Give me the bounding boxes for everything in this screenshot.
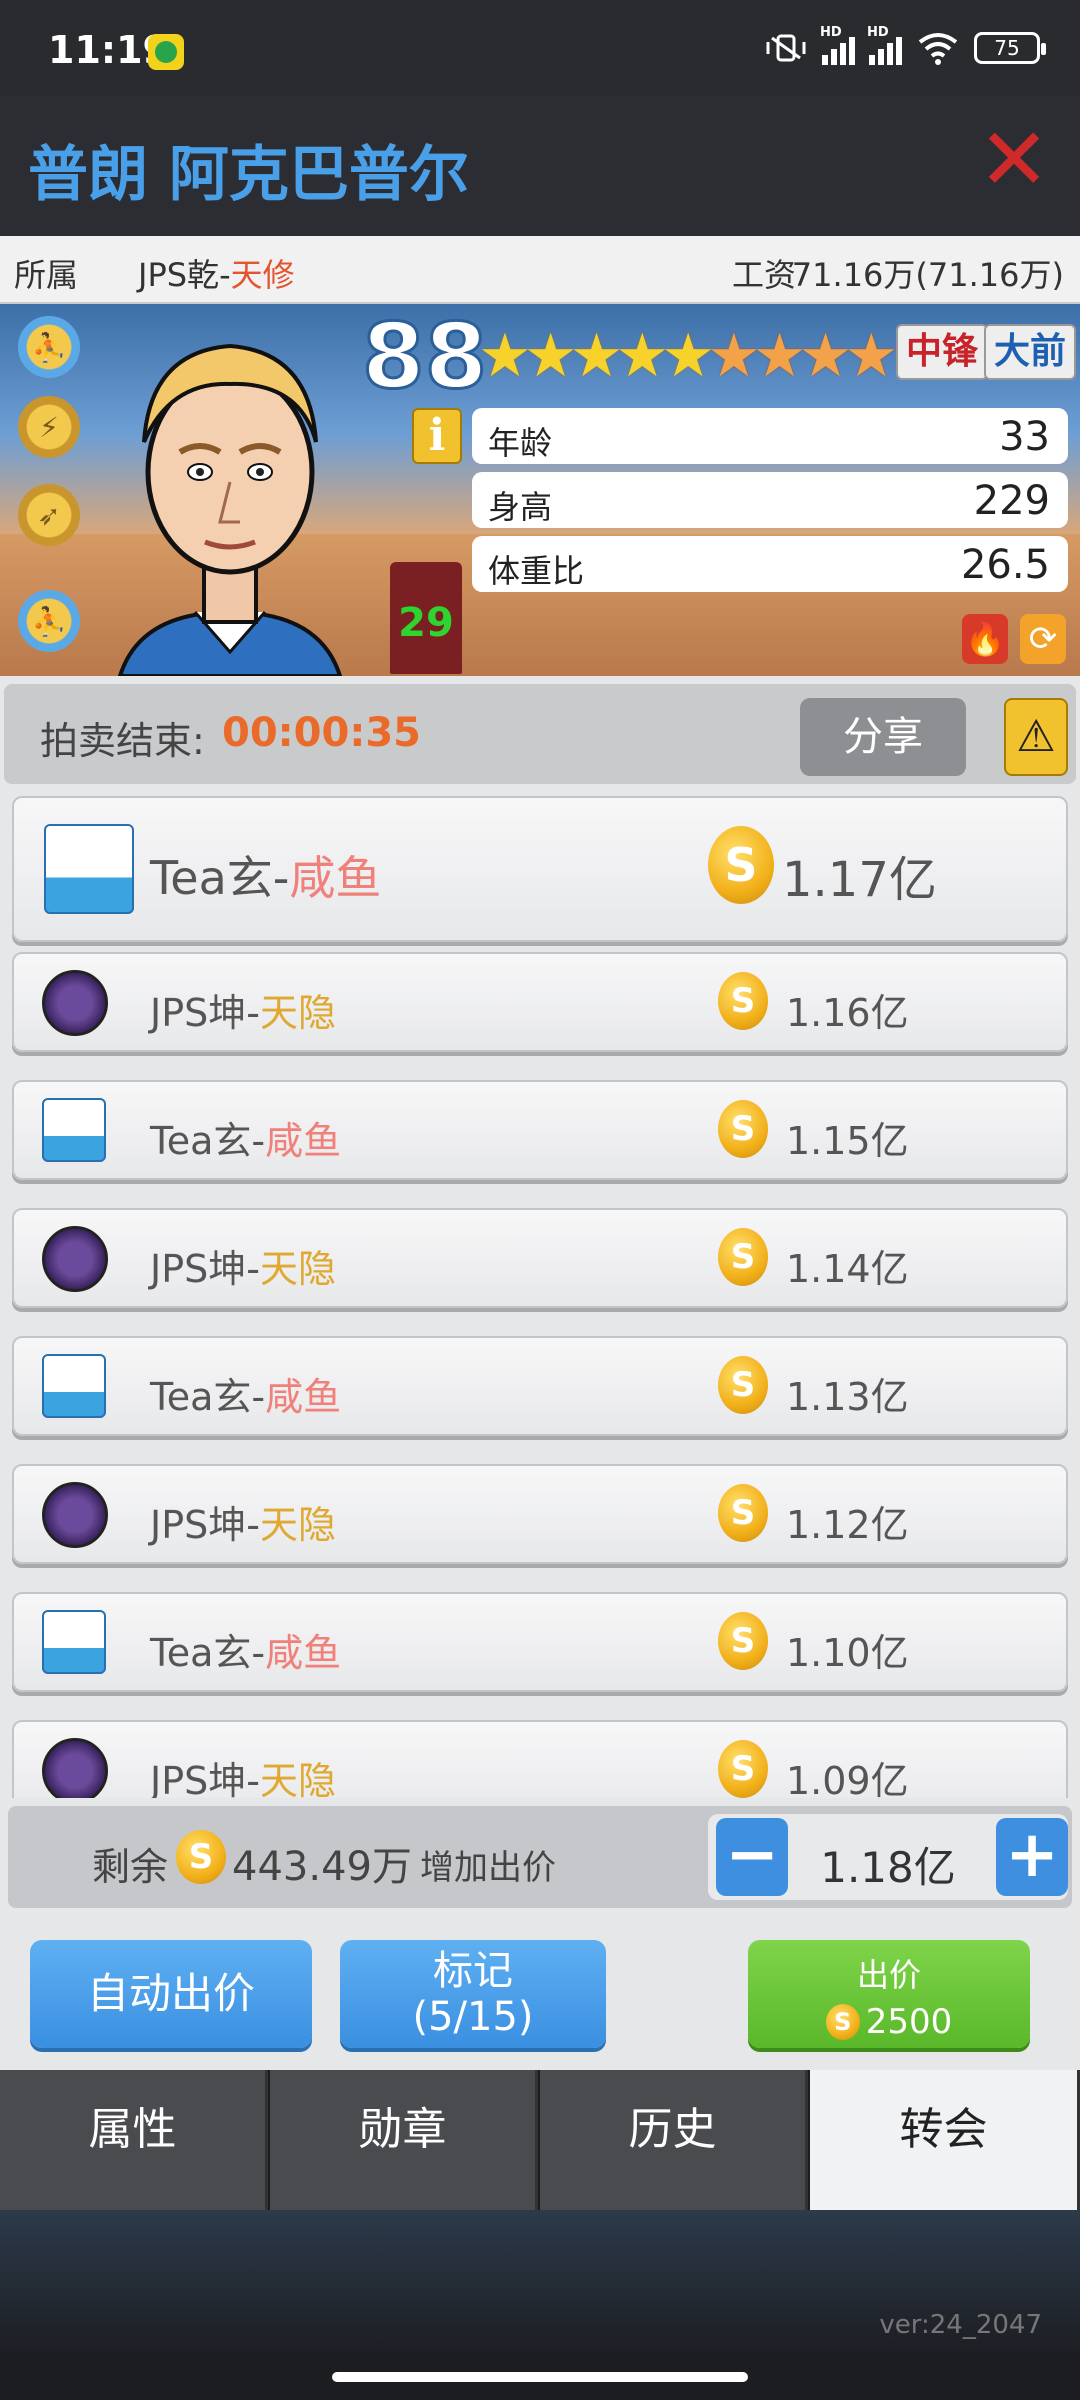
team-jps-logo — [42, 1482, 108, 1548]
bid-list[interactable]: Tea玄-咸鱼 S 1.17亿 JPS坤-天隐 S 1.16亿 Tea玄-咸鱼 … — [0, 792, 1080, 1798]
mark-button[interactable]: 标记 (5/15) — [340, 1940, 606, 2048]
bid-amount: 1.13亿 — [786, 1375, 909, 1419]
fire-icon[interactable]: 🔥 — [962, 614, 1008, 664]
player-avatar — [117, 343, 343, 676]
status-bar: 11:19 HD HD 75 — [0, 0, 1080, 96]
coin-icon: S — [718, 972, 768, 1030]
version-label: ver:24_2047 — [879, 2310, 1042, 2340]
info-button[interactable]: i — [412, 408, 462, 464]
stat-age: 年龄 33 — [472, 408, 1068, 464]
tab-transfer[interactable]: 转会 — [810, 2070, 1080, 2210]
tab-attributes[interactable]: 属性 — [0, 2070, 268, 2210]
team-jps-logo — [42, 970, 108, 1036]
bid-amount: 1.12亿 — [786, 1503, 909, 1547]
player-card: ⛹ ⚡ ➶ ⛹ 88 ★ ★ ★ ★ ★ ★ ★ ★ ★ ★ 中锋 大前 i 年… — [0, 304, 1080, 676]
auction-panel: 拍卖结束: 00:00:35 分享 ⚠ Tea玄-咸鱼 S 1.17亿 JPS坤… — [0, 676, 1080, 2070]
star-rating: ★ ★ ★ ★ ★ ★ ★ ★ ★ ★ — [478, 326, 944, 386]
home-indicator[interactable] — [332, 2372, 748, 2382]
bid-row: Tea玄-咸鱼 S 1.13亿 — [12, 1336, 1068, 1436]
wage-label: 工资 — [732, 256, 797, 294]
bid-amount: 1.09亿 — [786, 1759, 909, 1798]
stat-weight-ratio: 体重比 26.5 — [472, 536, 1068, 592]
bid-row: Tea玄-咸鱼 S 1.15亿 — [12, 1080, 1068, 1180]
remaining-label: 剩余 — [92, 1845, 169, 1889]
badge-defense-icon[interactable]: ⛹ — [18, 590, 80, 652]
status-icons: HD HD 75 — [764, 25, 1046, 66]
cell-signal-1-icon: HD — [820, 25, 855, 65]
increase-bid-label: 增加出价 — [420, 1848, 556, 1888]
cell-signal-2-icon: HD — [867, 25, 902, 65]
close-button[interactable]: ✕ — [976, 117, 1052, 203]
tab-badges[interactable]: 勋章 — [270, 2070, 538, 2210]
refresh-icon[interactable]: ⟳ — [1020, 614, 1066, 664]
coin-icon: S — [718, 1356, 768, 1414]
owner-team: JPS乾-天修 — [138, 256, 295, 294]
owner-label: 所属 — [14, 256, 79, 294]
coin-icon: S — [176, 1830, 226, 1884]
bidder-name: Tea玄-咸鱼 — [150, 1375, 342, 1419]
badge-wing-icon[interactable]: ➶ — [18, 484, 80, 546]
coin-icon: S — [718, 1228, 768, 1286]
remaining-value: 443.49万 — [232, 1844, 412, 1890]
team-jps-logo — [42, 1738, 108, 1798]
bid-row: JPS坤-天隐 S 1.14亿 — [12, 1208, 1068, 1308]
battery-icon: 75 — [974, 32, 1046, 64]
coin-icon: S — [718, 1484, 768, 1542]
badge-post-icon[interactable]: ⛹ — [18, 316, 80, 378]
position-power-forward: 大前 — [984, 324, 1077, 380]
wage-value: 71.16万(71.16万) — [791, 256, 1064, 294]
bid-row: JPS坤-天隐 S 1.12亿 — [12, 1464, 1068, 1564]
position-center: 中锋 — [896, 324, 989, 380]
bid-row: JPS坤-天隐 S 1.09亿 — [12, 1720, 1068, 1798]
coin-icon: S — [718, 1612, 768, 1670]
owner-row: 所属 JPS乾-天修 工资 71.16万(71.16万) — [0, 236, 1080, 304]
bid-row: Tea玄-咸鱼 S 1.10亿 — [12, 1592, 1068, 1692]
auto-bid-button[interactable]: 自动出价 — [30, 1940, 312, 2048]
auction-end-label: 拍卖结束: — [40, 719, 205, 763]
coin-icon: S — [718, 1740, 768, 1798]
bid-amount: 1.15亿 — [786, 1119, 909, 1163]
auction-timer-bar: 拍卖结束: 00:00:35 分享 ⚠ — [4, 684, 1076, 784]
player-header: 普朗 阿克巴普尔 ✕ — [0, 96, 1080, 236]
bidder-name: JPS坤-天隐 — [150, 1247, 336, 1291]
bidder-name: Tea玄-咸鱼 — [150, 851, 382, 905]
share-button[interactable]: 分享 — [800, 698, 966, 776]
jersey-number: 29 — [390, 562, 462, 674]
bid-row: JPS坤-天隐 S 1.16亿 — [12, 952, 1068, 1052]
team-tea-logo — [44, 824, 134, 914]
bidder-name: Tea玄-咸鱼 — [150, 1119, 342, 1163]
team-tea-logo — [42, 1610, 106, 1674]
bid-amount: 1.16亿 — [786, 991, 909, 1035]
remaining-row: 剩余 S 443.49万 增加出价 1.18亿 − + — [8, 1806, 1072, 1908]
bid-amount: 1.17亿 — [782, 852, 937, 908]
bid-amount: 1.10亿 — [786, 1631, 909, 1675]
coin-icon: S — [708, 826, 774, 904]
bottom-tab-bar: 属性 勋章 历史 转会 — [0, 2070, 1080, 2210]
team-tea-logo — [42, 1354, 106, 1418]
bidder-name: JPS坤-天隐 — [150, 1503, 336, 1547]
wifi-icon — [918, 33, 958, 65]
warning-icon[interactable]: ⚠ — [1004, 698, 1068, 776]
player-name-title: 普朗 阿克巴普尔 — [28, 140, 469, 210]
badge-lightning-icon[interactable]: ⚡ — [18, 396, 80, 458]
bid-row-top: Tea玄-咸鱼 S 1.17亿 — [12, 796, 1068, 942]
app-notification-icon — [148, 34, 184, 70]
mute-vibrate-icon — [766, 34, 806, 62]
coin-icon: S — [825, 2004, 860, 2040]
decrease-bid-button[interactable]: − — [716, 1818, 788, 1896]
coin-icon: S — [718, 1100, 768, 1158]
team-tea-logo — [42, 1098, 106, 1162]
place-bid-button[interactable]: 出价 S 2500 — [748, 1940, 1030, 2048]
bid-amount: 1.14亿 — [786, 1247, 909, 1291]
team-jps-logo — [42, 1226, 108, 1292]
increase-bid-button[interactable]: + — [996, 1818, 1068, 1896]
bidder-name: JPS坤-天隐 — [150, 991, 336, 1035]
bidder-name: JPS坤-天隐 — [150, 1759, 336, 1798]
bidder-name: Tea玄-咸鱼 — [150, 1631, 342, 1675]
stat-height: 身高 229 — [472, 472, 1068, 528]
bid-stepper: 1.18亿 − + — [708, 1814, 1068, 1900]
tab-history[interactable]: 历史 — [540, 2070, 808, 2210]
auction-countdown: 00:00:35 — [222, 710, 421, 756]
overall-rating: 88 — [360, 304, 488, 411]
